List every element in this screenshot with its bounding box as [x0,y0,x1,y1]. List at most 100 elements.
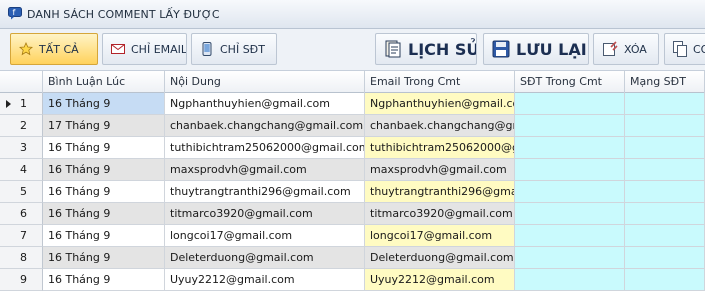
delete-label: XÓA [624,42,647,56]
svg-text:f: f [13,8,16,17]
network-cell[interactable] [625,93,705,115]
column-header-phone[interactable]: SĐT Trong Cmt [515,71,625,93]
table-row[interactable]: 8 16 Tháng 9 Deleterduong@gmail.com Deleter… [0,247,705,269]
content-cell[interactable]: maxsprodvh@gmail.com [165,159,365,181]
column-header-network[interactable]: Mạng SĐT [625,71,705,93]
network-cell[interactable] [625,181,705,203]
content-cell[interactable]: titmarco3920@gmail.com [165,203,365,225]
row-number: 3 [20,141,27,154]
history-button[interactable]: LỊCH SỬ [375,33,477,65]
current-row-arrow-icon [6,100,11,108]
column-header-time[interactable]: Bình Luận Lúc [43,71,165,93]
table-row[interactable]: 9 16 Tháng 9 Uyuy2212@gmail.com Uyuy2212@gm… [0,269,705,291]
email-cell[interactable]: Deleterduong@gmail.com [365,247,515,269]
table-row[interactable]: 7 16 Tháng 9 longcoi17@gmail.com longcoi17@… [0,225,705,247]
content-cell[interactable]: Ngphanthuyhien@gmail.com [165,93,365,115]
row-number: 2 [20,119,27,132]
table-row[interactable]: 2 17 Tháng 9 chanbaek.changchang@gmail.com… [0,115,705,137]
row-header[interactable]: 9 [0,269,43,291]
email-icon [111,44,125,54]
content-cell[interactable]: thuytrangtranthi296@gmail.com [165,181,365,203]
network-cell[interactable] [625,269,705,291]
toolbar: TẤT CẢ CHỈ EMAIL CHỈ SĐT LỊCH SỬ LƯU LẠI… [0,29,705,71]
phone-cell[interactable] [515,203,625,225]
phone-cell[interactable] [515,115,625,137]
save-button[interactable]: LƯU LẠI [483,33,589,65]
row-number: 1 [20,97,27,110]
all-button[interactable]: TẤT CẢ [10,33,98,65]
time-cell[interactable]: 16 Tháng 9 [43,159,165,181]
content-cell[interactable]: longcoi17@gmail.com [165,225,365,247]
row-number: 9 [20,273,27,286]
table-row[interactable]: 1 16 Tháng 9 Ngphanthuyhien@gmail.com Ngpha… [0,93,705,115]
table-row[interactable]: 4 16 Tháng 9 maxsprodvh@gmail.com maxsprodv… [0,159,705,181]
email-cell[interactable]: Uyuy2212@gmail.com [365,269,515,291]
phone-cell[interactable] [515,225,625,247]
copy-label: CO [693,42,705,56]
row-header[interactable]: 6 [0,203,43,225]
email-cell[interactable]: longcoi17@gmail.com [365,225,515,247]
network-cell[interactable] [625,159,705,181]
time-cell[interactable]: 16 Tháng 9 [43,93,165,115]
column-header-email[interactable]: Email Trong Cmt [365,71,515,93]
history-icon [385,40,401,58]
email-only-button[interactable]: CHỈ EMAIL [102,33,187,65]
network-cell[interactable] [625,225,705,247]
row-header[interactable]: 2 [0,115,43,137]
row-number: 8 [20,251,27,264]
phone-icon [202,42,212,56]
window-title: DANH SÁCH COMMENT LẤY ĐƯỢC [27,8,220,21]
row-header[interactable]: 4 [0,159,43,181]
table-row[interactable]: 5 16 Tháng 9 thuytrangtranthi296@gmail.com… [0,181,705,203]
phone-cell[interactable] [515,93,625,115]
phone-cell[interactable] [515,247,625,269]
phone-cell[interactable] [515,181,625,203]
network-cell[interactable] [625,115,705,137]
copy-icon [673,41,687,57]
phone-cell[interactable] [515,269,625,291]
network-cell[interactable] [625,137,705,159]
column-header-content[interactable]: Nội Dung [165,71,365,93]
time-cell[interactable]: 16 Tháng 9 [43,203,165,225]
row-header[interactable]: 7 [0,225,43,247]
phone-cell[interactable] [515,159,625,181]
copy-button[interactable]: CO [664,33,705,65]
table-row[interactable]: 3 16 Tháng 9 tuthibichtram25062000@gmail.c… [0,137,705,159]
email-cell[interactable]: thuytrangtranthi296@gmail.com [365,181,515,203]
row-header[interactable]: 5 [0,181,43,203]
time-cell[interactable]: 16 Tháng 9 [43,247,165,269]
row-number: 6 [20,207,27,220]
content-cell[interactable]: chanbaek.changchang@gmail.com [165,115,365,137]
content-cell[interactable]: tuthibichtram25062000@gmail.com [165,137,365,159]
comment-icon: f [8,7,22,20]
row-header[interactable]: 1 [0,93,43,115]
email-cell[interactable]: titmarco3920@gmail.com [365,203,515,225]
time-cell[interactable]: 16 Tháng 9 [43,181,165,203]
email-cell[interactable]: maxsprodvh@gmail.com [365,159,515,181]
row-number: 5 [20,185,27,198]
content-cell[interactable]: Uyuy2212@gmail.com [165,269,365,291]
phone-cell[interactable] [515,137,625,159]
star-icon [19,42,33,56]
save-label: LƯU LẠI [516,39,587,59]
delete-icon [603,41,618,56]
row-header[interactable]: 3 [0,137,43,159]
email-cell[interactable]: tuthibichtram25062000@gmail.com [365,137,515,159]
email-cell[interactable]: Ngphanthuyhien@gmail.com [365,93,515,115]
time-cell[interactable]: 16 Tháng 9 [43,269,165,291]
network-cell[interactable] [625,247,705,269]
content-cell[interactable]: Deleterduong@gmail.com [165,247,365,269]
comment-grid[interactable]: Bình Luận Lúc Nội Dung Email Trong Cmt S… [0,71,705,292]
table-row[interactable]: 6 16 Tháng 9 titmarco3920@gmail.com titmarc… [0,203,705,225]
row-header-corner [0,71,43,93]
phone-only-button[interactable]: CHỈ SĐT [191,33,277,65]
time-cell[interactable]: 16 Tháng 9 [43,137,165,159]
email-cell[interactable]: chanbaek.changchang@gmail.com [365,115,515,137]
time-cell[interactable]: 17 Tháng 9 [43,115,165,137]
time-cell[interactable]: 16 Tháng 9 [43,225,165,247]
row-number: 4 [20,163,27,176]
row-header[interactable]: 8 [0,247,43,269]
delete-button[interactable]: XÓA [593,33,659,65]
history-label: LỊCH SỬ [408,39,477,59]
network-cell[interactable] [625,203,705,225]
